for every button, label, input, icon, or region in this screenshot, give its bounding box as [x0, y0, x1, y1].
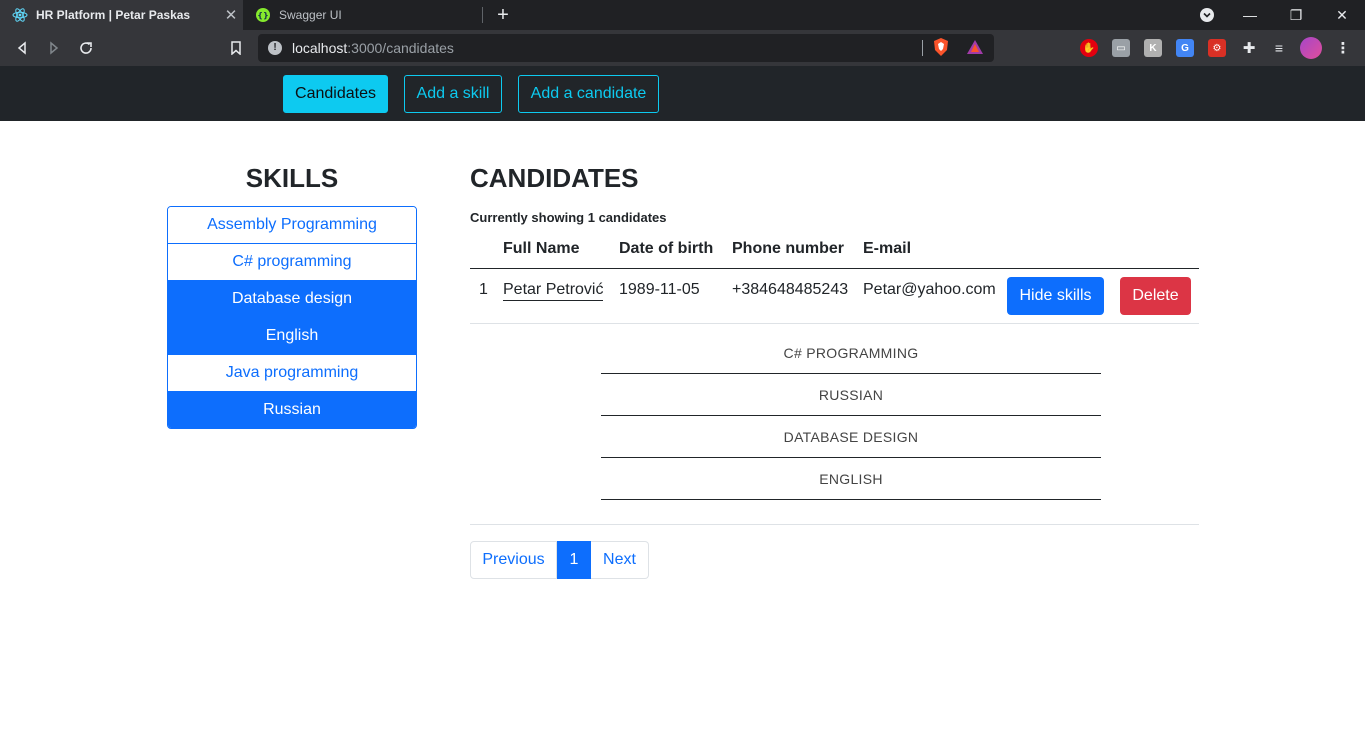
- hide-skills-button[interactable]: Hide skills: [1007, 277, 1104, 315]
- adblock-icon[interactable]: ✋: [1080, 39, 1098, 57]
- close-tab-icon[interactable]: ✕: [219, 6, 243, 24]
- close-window-icon[interactable]: ✕: [1319, 0, 1365, 30]
- column-header-phone-number: Phone number: [732, 240, 845, 257]
- brave-rewards-icon[interactable]: [966, 38, 984, 56]
- skills-heading: SKILLS: [245, 163, 339, 193]
- skills-list: Assembly Programming C# programming Data…: [167, 206, 417, 429]
- delete-button[interactable]: Delete: [1120, 277, 1191, 315]
- candidate-skill-item: C# PROGRAMMING: [601, 332, 1101, 374]
- reload-icon[interactable]: [76, 38, 96, 58]
- nav-add-candidate-button[interactable]: Add a candidate: [518, 75, 659, 113]
- extensions-puzzle-icon[interactable]: ✚: [1240, 39, 1258, 57]
- site-info-icon[interactable]: !: [268, 41, 282, 55]
- candidates-heading: CANDIDATES: [470, 163, 639, 193]
- avatar[interactable]: [1300, 37, 1322, 59]
- candidate-email: Petar@yahoo.com: [863, 281, 996, 298]
- new-tab-icon[interactable]: +: [493, 4, 513, 26]
- browser-tab-hr-platform[interactable]: HR Platform | Petar Paskas ✕: [0, 0, 243, 30]
- skill-item-english[interactable]: English: [168, 317, 416, 354]
- pagination-previous-button[interactable]: Previous: [470, 541, 557, 579]
- skills-section-divider: [470, 524, 1199, 525]
- candidates-count-text: Currently showing 1 candidates: [470, 210, 667, 225]
- tab-search-icon[interactable]: [1184, 0, 1230, 30]
- address-bar[interactable]: ! localhost:3000/candidates: [258, 34, 994, 62]
- pagination-page-button[interactable]: 1: [557, 541, 591, 579]
- pagination-next-button[interactable]: Next: [591, 541, 649, 579]
- row-index: 1: [479, 281, 488, 298]
- skill-item-russian[interactable]: Russian: [168, 391, 416, 428]
- candidate-name-link[interactable]: Petar Petrović: [503, 281, 604, 301]
- candidate-skill-item: RUSSIAN: [601, 374, 1101, 416]
- column-header-date-of-birth: Date of birth: [619, 240, 714, 257]
- browser-tab-bar: HR Platform | Petar Paskas ✕ {} Swagger …: [0, 0, 1365, 30]
- swagger-icon: {}: [255, 7, 271, 23]
- svg-text:{}: {}: [257, 11, 268, 20]
- tab-divider: [482, 7, 483, 23]
- candidate-skill-item: ENGLISH: [601, 458, 1101, 500]
- browser-toolbar: ! localhost:3000/candidates ✋ ▭ K G ⚙ ✚ …: [0, 30, 1365, 66]
- extension-icon[interactable]: K: [1144, 39, 1162, 57]
- media-control-icon[interactable]: ≡: [1270, 39, 1288, 57]
- extension-icon[interactable]: ▭: [1112, 39, 1130, 57]
- browser-tab-swagger[interactable]: {} Swagger UI: [243, 0, 483, 30]
- row-divider: [470, 323, 1199, 324]
- forward-icon[interactable]: [44, 38, 64, 58]
- back-icon[interactable]: [12, 38, 32, 58]
- translate-icon[interactable]: G: [1176, 39, 1194, 57]
- skill-item-database-design[interactable]: Database design: [168, 280, 416, 317]
- skill-item-csharp-programming[interactable]: C# programming: [168, 243, 416, 280]
- restore-icon[interactable]: ❐: [1273, 0, 1319, 30]
- pagination: Previous 1 Next: [470, 541, 649, 579]
- candidate-skill-item: DATABASE DESIGN: [601, 416, 1101, 458]
- candidate-phone: +384648485243: [732, 281, 849, 298]
- tab-title: HR Platform | Petar Paskas: [36, 8, 191, 22]
- table-header-divider: [470, 268, 1199, 269]
- menu-icon[interactable]: ⋮: [1334, 39, 1352, 57]
- minimize-icon[interactable]: —: [1227, 0, 1273, 30]
- nav-add-skill-button[interactable]: Add a skill: [404, 75, 502, 113]
- extension-icon[interactable]: ⚙: [1208, 39, 1226, 57]
- bookmark-icon[interactable]: [226, 38, 246, 58]
- column-header-full-name: Full Name: [503, 240, 580, 257]
- brave-shield-icon[interactable]: [932, 38, 950, 56]
- tab-title: Swagger UI: [279, 8, 342, 22]
- skill-item-assembly-programming[interactable]: Assembly Programming: [168, 207, 416, 243]
- nav-candidates-button[interactable]: Candidates: [283, 75, 388, 113]
- url-text: localhost:3000/candidates: [292, 40, 454, 56]
- omnibox-divider: [922, 40, 923, 56]
- candidate-dob: 1989-11-05: [619, 281, 700, 298]
- react-icon: [12, 7, 28, 23]
- column-header-email: E-mail: [863, 240, 912, 257]
- skill-item-java-programming[interactable]: Java programming: [168, 354, 416, 391]
- app-navbar: Candidates Add a skill Add a candidate: [0, 66, 1365, 121]
